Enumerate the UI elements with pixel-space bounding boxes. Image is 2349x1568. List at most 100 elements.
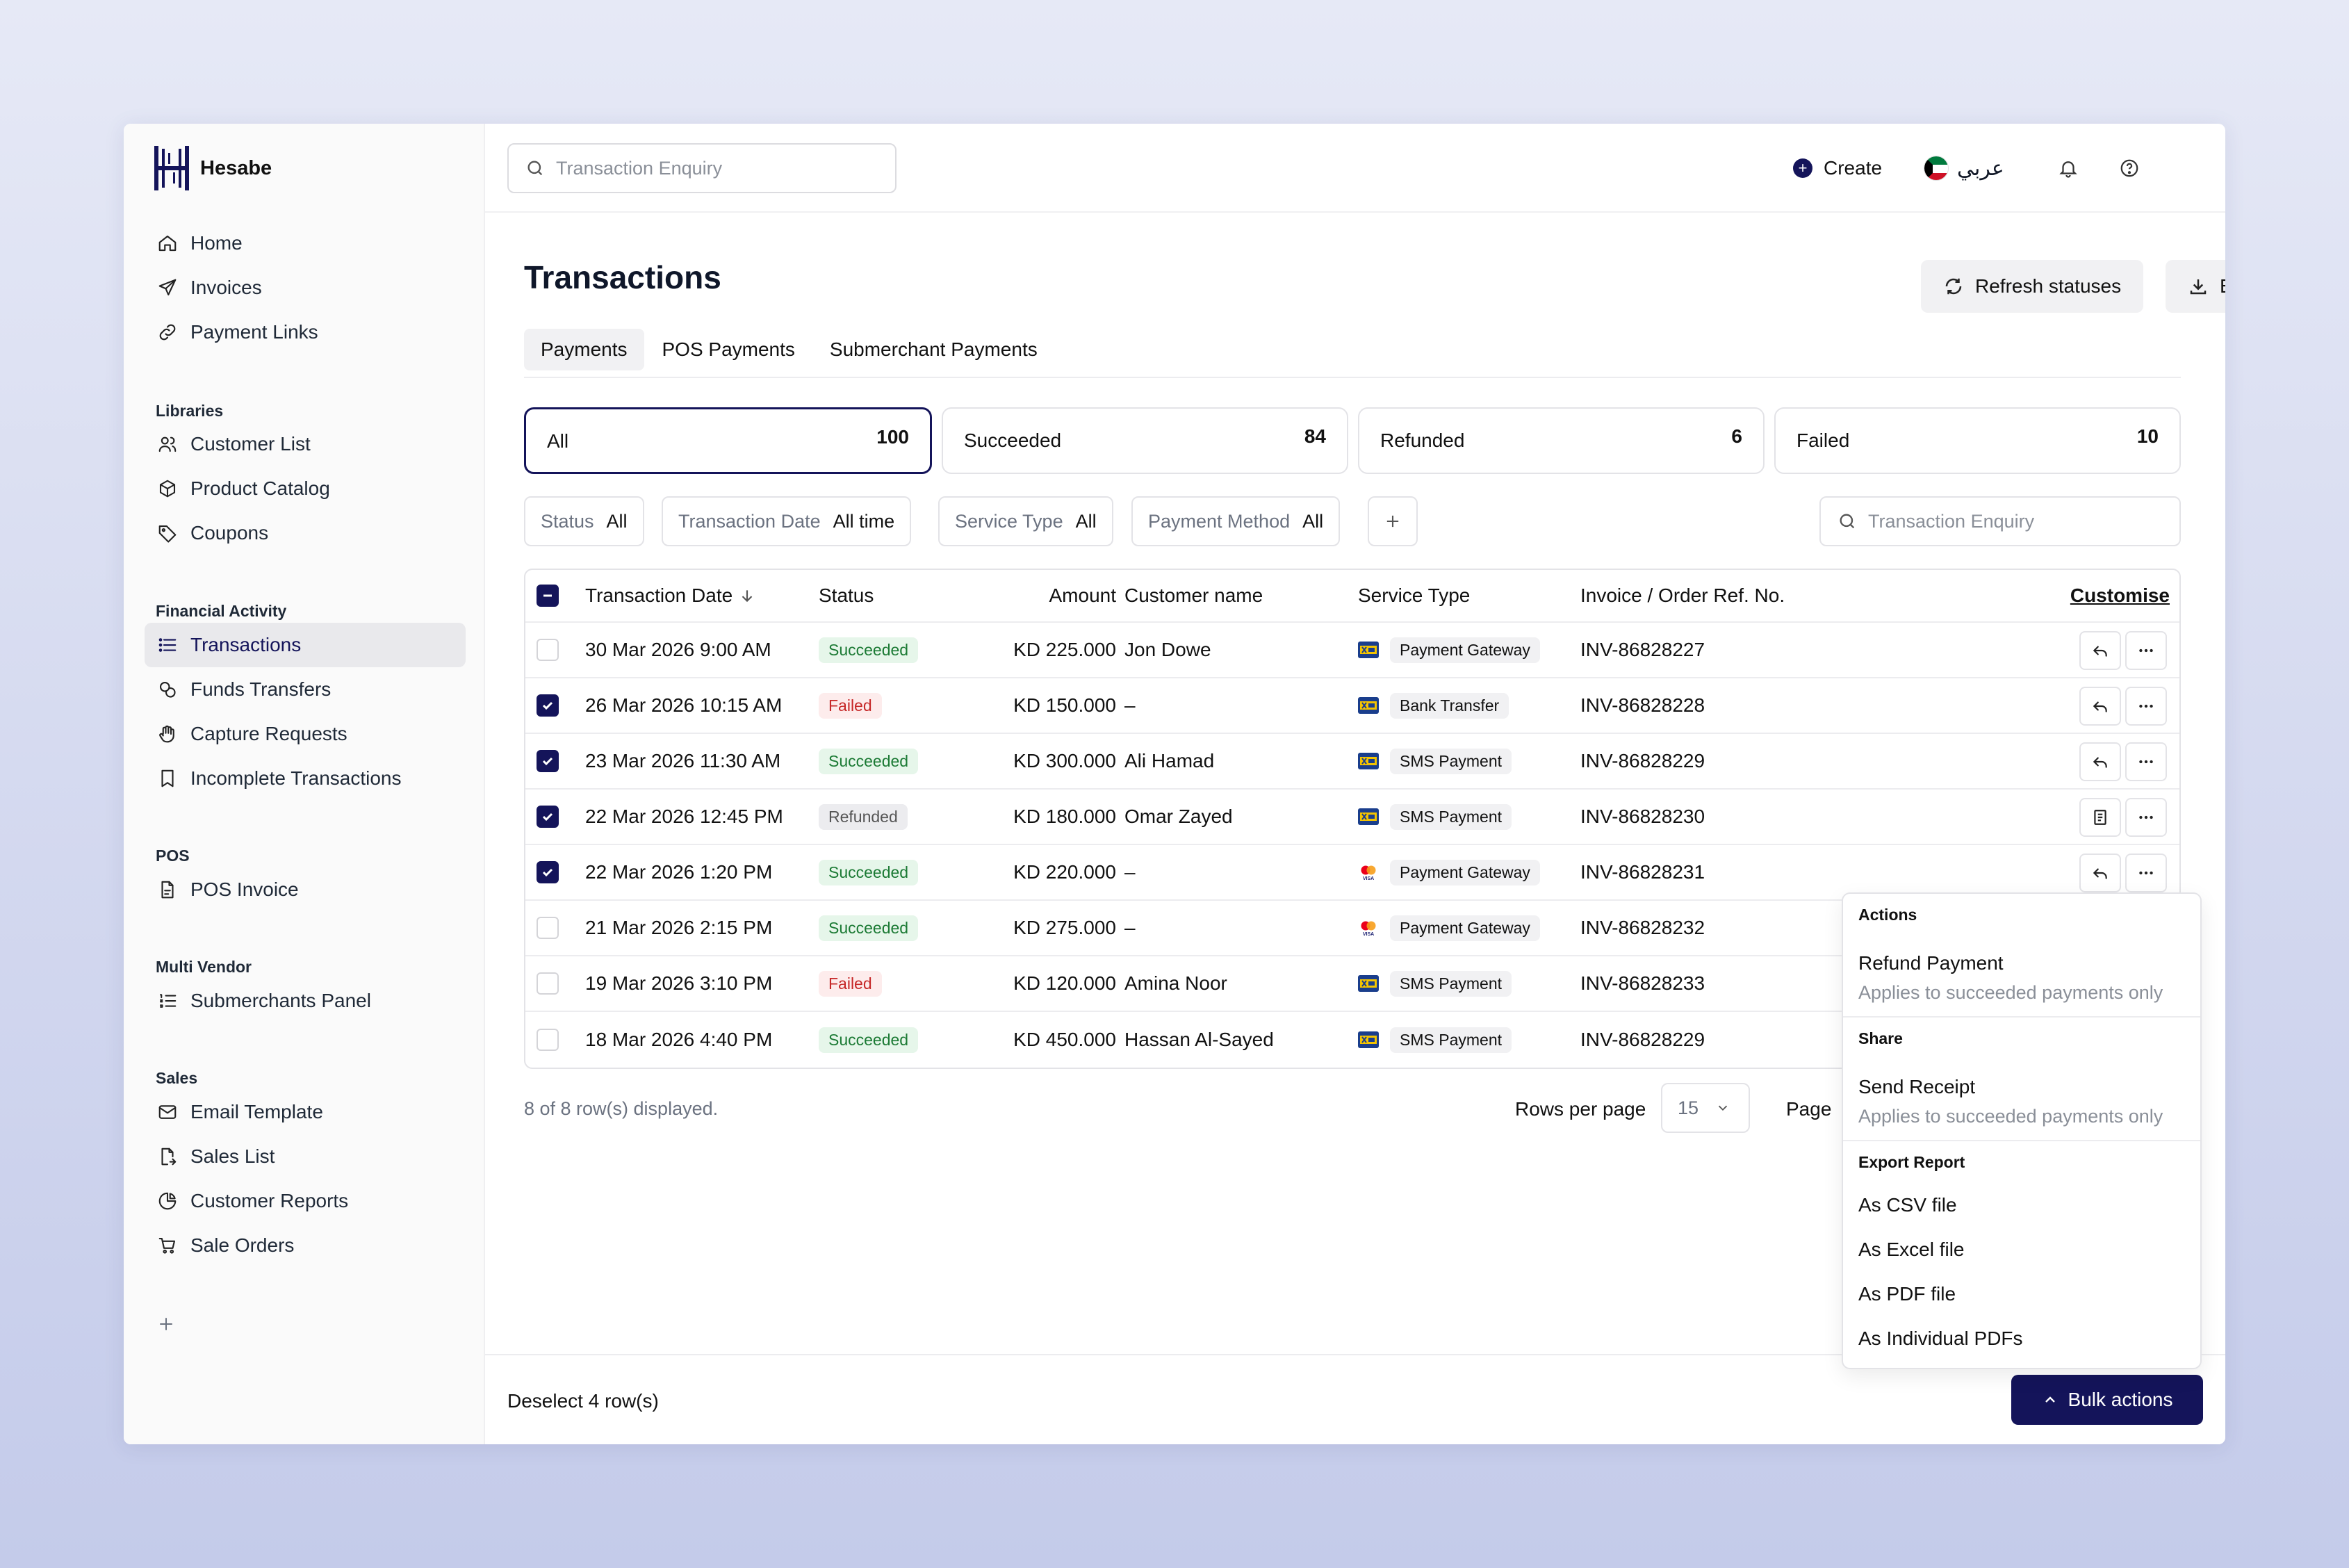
menu-item-export-pdf[interactable]: As PDF file: [1858, 1272, 2185, 1316]
tab-pos-payments[interactable]: POS Payments: [646, 329, 812, 370]
customise-link[interactable]: Customise: [2070, 570, 2170, 621]
receipt-button[interactable]: [2079, 798, 2121, 837]
brand[interactable]: Hesabe: [154, 146, 272, 190]
send-icon: [157, 277, 178, 298]
header-amount[interactable]: Amount: [1012, 570, 1117, 621]
row-checkbox[interactable]: [537, 917, 559, 939]
status-card-count: 6: [1731, 425, 1742, 447]
sidebar-item-transactions[interactable]: Transactions: [145, 623, 466, 667]
service-badge: SMS Payment: [1390, 748, 1512, 774]
row-checkbox[interactable]: [537, 639, 559, 661]
status-badge: Succeeded: [819, 915, 919, 941]
home-icon: [158, 235, 177, 252]
cell-customer: –: [1124, 861, 1136, 883]
row-more-button[interactable]: [2125, 798, 2167, 837]
row-checkbox[interactable]: [537, 750, 559, 772]
sidebar-item-email-template[interactable]: Email Template: [145, 1090, 466, 1134]
refresh-statuses-button[interactable]: Refresh statuses: [1921, 260, 2144, 313]
refund-button[interactable]: [2079, 742, 2121, 781]
sidebar-item-funds-transfers[interactable]: Funds Transfers: [145, 667, 466, 712]
nav-head-financial: Financial Activity: [156, 602, 287, 620]
sidebar-item-payment-links[interactable]: Payment Links: [145, 310, 466, 354]
notifications-button[interactable]: [2053, 153, 2084, 183]
status-badge: Failed: [819, 692, 882, 719]
sidebar-item-sale-orders[interactable]: Sale Orders: [145, 1223, 466, 1268]
table-row[interactable]: 30 Mar 2026 9:00 AM Succeeded KD 225.000 Jo…: [525, 623, 2179, 678]
coins-icon: [157, 679, 178, 700]
status-card-refunded[interactable]: Refunded 6: [1358, 407, 1765, 474]
table-row[interactable]: 26 Mar 2026 10:15 AM Failed KD 150.000– Ban…: [525, 678, 2179, 734]
row-checkbox[interactable]: [537, 861, 559, 883]
table-row[interactable]: 23 Mar 2026 11:30 AM Succeeded KD 300.000 A…: [525, 734, 2179, 790]
language-switch[interactable]: عربي: [1924, 149, 2004, 188]
cell-service: VISA Payment Gateway: [1358, 845, 1540, 899]
row-checkbox[interactable]: [537, 694, 559, 717]
sidebar-item-home[interactable]: Home: [145, 221, 466, 266]
sidebar-item-incomplete-transactions[interactable]: Incomplete Transactions: [145, 756, 466, 801]
row-checkbox[interactable]: [537, 806, 559, 828]
create-button[interactable]: + Create: [1793, 149, 1882, 188]
filter-payment-method[interactable]: Payment Method All: [1131, 496, 1341, 546]
row-more-button[interactable]: [2125, 854, 2167, 892]
table-search-placeholder: Transaction Enquiry: [1868, 510, 2035, 532]
header-service[interactable]: Service Type: [1358, 570, 1470, 621]
menu-item-export-excel[interactable]: As Excel file: [1858, 1227, 2185, 1272]
add-section-icon[interactable]: [156, 1314, 177, 1334]
menu-item-export-individual-pdfs[interactable]: As Individual PDFs: [1858, 1316, 2185, 1361]
header-status[interactable]: Status: [819, 570, 874, 621]
row-checkbox[interactable]: [537, 1029, 559, 1051]
tabs: Payments POS Payments Submerchant Paymen…: [524, 322, 2181, 378]
status-card-all[interactable]: All 100: [524, 407, 932, 474]
add-filter-button[interactable]: [1368, 496, 1418, 546]
table-search-input[interactable]: Transaction Enquiry: [1819, 496, 2181, 546]
refund-button[interactable]: [2079, 687, 2121, 726]
page-title: Transactions: [524, 259, 721, 295]
filter-transaction-date[interactable]: Transaction Date All time: [662, 496, 912, 546]
sidebar-item-submerchants-panel[interactable]: Submerchants Panel: [145, 979, 466, 1023]
menu-item-refund[interactable]: Refund Payment: [1858, 936, 2185, 974]
export-button[interactable]: Export: [2166, 260, 2225, 313]
sidebar-item-pos-invoice[interactable]: POS Invoice: [145, 867, 466, 912]
header-invoice[interactable]: Invoice / Order Ref. No.: [1580, 570, 1785, 621]
menu-item-export-csv[interactable]: As CSV file: [1858, 1183, 2185, 1227]
row-more-button[interactable]: [2125, 631, 2167, 670]
row-select-cell: [537, 1012, 559, 1068]
status-card-failed[interactable]: Failed 10: [1774, 407, 2181, 474]
header-date[interactable]: Transaction Date: [585, 570, 756, 621]
status-card-succeeded[interactable]: Succeeded 84: [942, 407, 1348, 474]
sidebar-item-label: Customer List: [190, 433, 311, 455]
refund-button[interactable]: [2079, 854, 2121, 892]
sidebar-item-coupons[interactable]: Coupons: [145, 511, 466, 555]
sidebar-item-product-catalog[interactable]: Product Catalog: [145, 466, 466, 511]
table-row[interactable]: 22 Mar 2026 12:45 PM Refunded KD 180.000 Om…: [525, 790, 2179, 845]
deselect-rows-button[interactable]: Deselect 4 row(s): [507, 1390, 659, 1412]
sidebar-item-label: Transactions: [190, 634, 302, 655]
filter-status[interactable]: Status All: [524, 496, 644, 546]
tab-payments[interactable]: Payments: [524, 329, 644, 370]
sidebar-item-customer-list[interactable]: Customer List: [145, 422, 466, 466]
row-checkbox[interactable]: [537, 972, 559, 995]
sidebar-item-capture-requests[interactable]: Capture Requests: [145, 712, 466, 756]
select-all-checkbox[interactable]: [537, 585, 559, 607]
mastercard-visa-icon: VISA: [1358, 864, 1379, 881]
status-card-label: Failed: [1796, 430, 1850, 451]
row-more-button[interactable]: [2125, 742, 2167, 781]
filter-service-type[interactable]: Service Type All: [938, 496, 1113, 546]
rows-per-page-select[interactable]: 15: [1661, 1083, 1750, 1133]
svg-text:VISA: VISA: [1363, 932, 1374, 936]
sidebar-item-sales-list[interactable]: Sales List: [145, 1134, 466, 1179]
bulk-actions-button[interactable]: Bulk actions: [2011, 1375, 2203, 1425]
row-more-button[interactable]: [2125, 687, 2167, 726]
sidebar-item-invoices[interactable]: Invoices: [145, 266, 466, 310]
refund-button[interactable]: [2079, 631, 2121, 670]
cell-status: Succeeded: [819, 623, 919, 677]
tab-submerchant-payments[interactable]: Submerchant Payments: [813, 329, 1054, 370]
cell-service: SMS Payment: [1358, 790, 1512, 844]
sidebar-item-customer-reports[interactable]: Customer Reports: [145, 1179, 466, 1223]
top-search-input[interactable]: Transaction Enquiry: [507, 143, 897, 193]
hand-icon: [157, 724, 178, 744]
brand-name: Hesabe: [200, 156, 272, 179]
help-button[interactable]: [2114, 153, 2145, 183]
header-customer[interactable]: Customer name: [1124, 570, 1263, 621]
menu-item-send-receipt[interactable]: Send Receipt: [1858, 1059, 2185, 1098]
